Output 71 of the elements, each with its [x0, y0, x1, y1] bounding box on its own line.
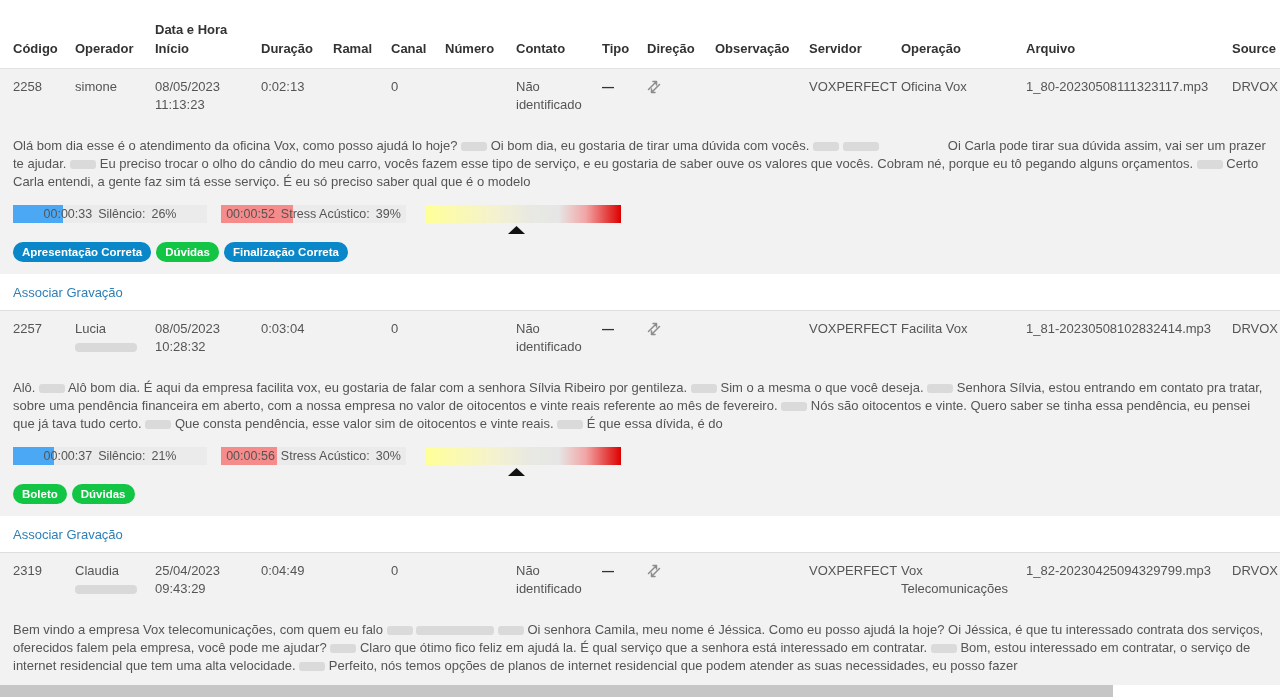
- operator-name: Lucia: [75, 320, 107, 338]
- column-header: Contato: [516, 40, 567, 58]
- start-time-cell-text: 08/05/2023 10:28:32: [155, 320, 222, 356]
- column-header: Canal: [391, 40, 428, 58]
- column-header: Observação: [715, 40, 791, 58]
- operator-name: Claudia: [75, 562, 120, 580]
- diagonal-arrows-icon: [647, 80, 661, 94]
- contact-cell-text: Não identificado: [516, 320, 583, 356]
- stress-time: 00:00:56: [226, 448, 275, 465]
- contact-cell-text: Não identificado: [516, 562, 583, 598]
- duration-cell-text: 0:04:49: [261, 562, 306, 580]
- file-cell-text: 1_81-20230508102832414.mp3: [1026, 320, 1213, 338]
- code-cell-text: 2257: [13, 320, 43, 338]
- stress-label: Stress Acústico:: [280, 448, 370, 465]
- stress-percent: 39%: [375, 206, 401, 223]
- file-cell-text: 1_80-20230508111323117.mp3: [1026, 78, 1210, 96]
- category-tag: Dúvidas: [156, 242, 219, 262]
- column-header: Número: [445, 40, 496, 58]
- category-tag: Apresentação Correta: [13, 242, 152, 262]
- transcript-text: Bem vindo a empresa Vox telecomunicações, com quem eu falo Oi senhora Camila, meu nome é Jéssica. Como eu posso ajudá la hoje? Oi Jéssica, é que tu interessado contrata dos serviços, oferecidos falem pela empresa, você pode me ajudar? Claro que ótimo fico feliz em ajudá la. É qual serviço que a senhora está interessado em contratar. Bom, estou interessado em contratar, o serviço de internet residencial que tem uma alta velocidade. Perfeito, nós temos opções de planos de internet residencial que podem atender as suas necessidades, eu posso fazer: [13, 621, 1265, 675]
- column-header: Servidor: [809, 40, 863, 58]
- source-cell-text: DRVOX: [1232, 78, 1279, 96]
- contact-cell-text: Não identificado: [516, 78, 583, 114]
- column-header: Ramal: [333, 40, 374, 58]
- operator-name: simone: [75, 78, 117, 96]
- column-header: Operador: [75, 40, 135, 58]
- type-cell-text: —: [602, 321, 615, 338]
- column-header: Arquivo: [1026, 40, 1077, 58]
- operation-cell-text: Facilita Vox: [901, 320, 969, 338]
- column-header: Tipo: [602, 40, 631, 58]
- server-cell-text: VOXPERFECT: [809, 562, 899, 580]
- server-cell-text: VOXPERFECT: [809, 320, 899, 338]
- channel-cell-text: 0: [391, 78, 400, 96]
- stress-time: 00:00:52: [226, 206, 275, 223]
- column-header: Direção: [647, 40, 696, 58]
- horizontal-scrollbar[interactable]: [0, 685, 1113, 697]
- silence-percent: 26%: [151, 206, 177, 223]
- duration-cell-text: 0:03:04: [261, 320, 306, 338]
- source-cell-text: DRVOX: [1232, 562, 1279, 580]
- duration-cell-text: 0:02:13: [261, 78, 306, 96]
- source-cell-text: DRVOX: [1232, 320, 1279, 338]
- start-time-cell-text: 25/04/2023 09:43:29: [155, 562, 222, 598]
- column-header: Duração: [261, 40, 315, 58]
- category-tag: Boleto: [13, 484, 67, 504]
- operation-cell-text: Oficina Vox: [901, 78, 968, 96]
- stress-percent: 30%: [375, 448, 401, 465]
- column-header: Código: [13, 40, 59, 58]
- silence-percent: 21%: [151, 448, 177, 465]
- column-header: Source: [1232, 40, 1278, 58]
- category-tag: Dúvidas: [71, 484, 135, 504]
- start-time-cell-text: 08/05/2023 11:13:23: [155, 78, 222, 114]
- server-cell-text: VOXPERFECT: [809, 78, 899, 96]
- type-cell-text: —: [602, 563, 615, 580]
- type-cell-text: —: [602, 79, 615, 96]
- code-cell-text: 2258: [13, 78, 43, 96]
- diagonal-arrows-icon: [647, 322, 661, 336]
- associate-recording-link[interactable]: Associar Gravação: [13, 284, 123, 300]
- operation-cell-text: Vox Telecomunicações: [901, 562, 1009, 598]
- column-header: Data e Hora Início: [155, 21, 229, 58]
- transcript-text: Alô. Alô bom dia. É aqui da empresa facilita vox, eu gostaria de falar com a senhora Sílvia Ribeiro por gentileza. Sim o a mesma o que você deseja. Senhora Sílvia, estou entrando em contato pra tratar, sobre uma pendência financeira em aberto, com a nossa empresa no valor de oitocentos e vinte reais referente ao mês de fevereiro. Nós são oitocentos e vinte. Quero saber se tinha essa pendência, eu pensei que já tava tudo certo. Que consta pendência, esse valor sim de oitocentos e vinte reais. É que essa dívida, é do: [13, 379, 1264, 433]
- associate-recording-link[interactable]: Associar Gravação: [13, 526, 123, 542]
- channel-cell-text: 0: [391, 562, 400, 580]
- channel-cell-text: 0: [391, 320, 400, 338]
- code-cell-text: 2319: [13, 562, 43, 580]
- silence-label: Silêncio:: [98, 448, 146, 465]
- diagonal-arrows-icon: [647, 564, 661, 578]
- category-tag: Finalização Correta: [223, 242, 348, 262]
- column-header: Operação: [901, 40, 962, 58]
- transcript-text: Olá bom dia esse é o atendimento da oficina Vox, como posso ajudá lo hoje? Oi bom dia, eu gostaria de tirar uma dúvida com vocês. Oi Carla pode tirar sua dúvida assim, vai ser um prazer te ajudar. Eu preciso trocar o olho do cândio do meu carro, vocês fazem esse tipo de serviço, e eu gostaria de saber ouve os valores que vocês. Cobram né, porque eu tô pegando alguns orçamentos. Certo Carla entendi, a gente faz sim tá esse serviço. É eu só preciso saber qual que é o modelo: [13, 137, 1267, 191]
- file-cell-text: 1_82-20230425094329799.mp3: [1026, 562, 1213, 580]
- silence-label: Silêncio:: [98, 206, 146, 223]
